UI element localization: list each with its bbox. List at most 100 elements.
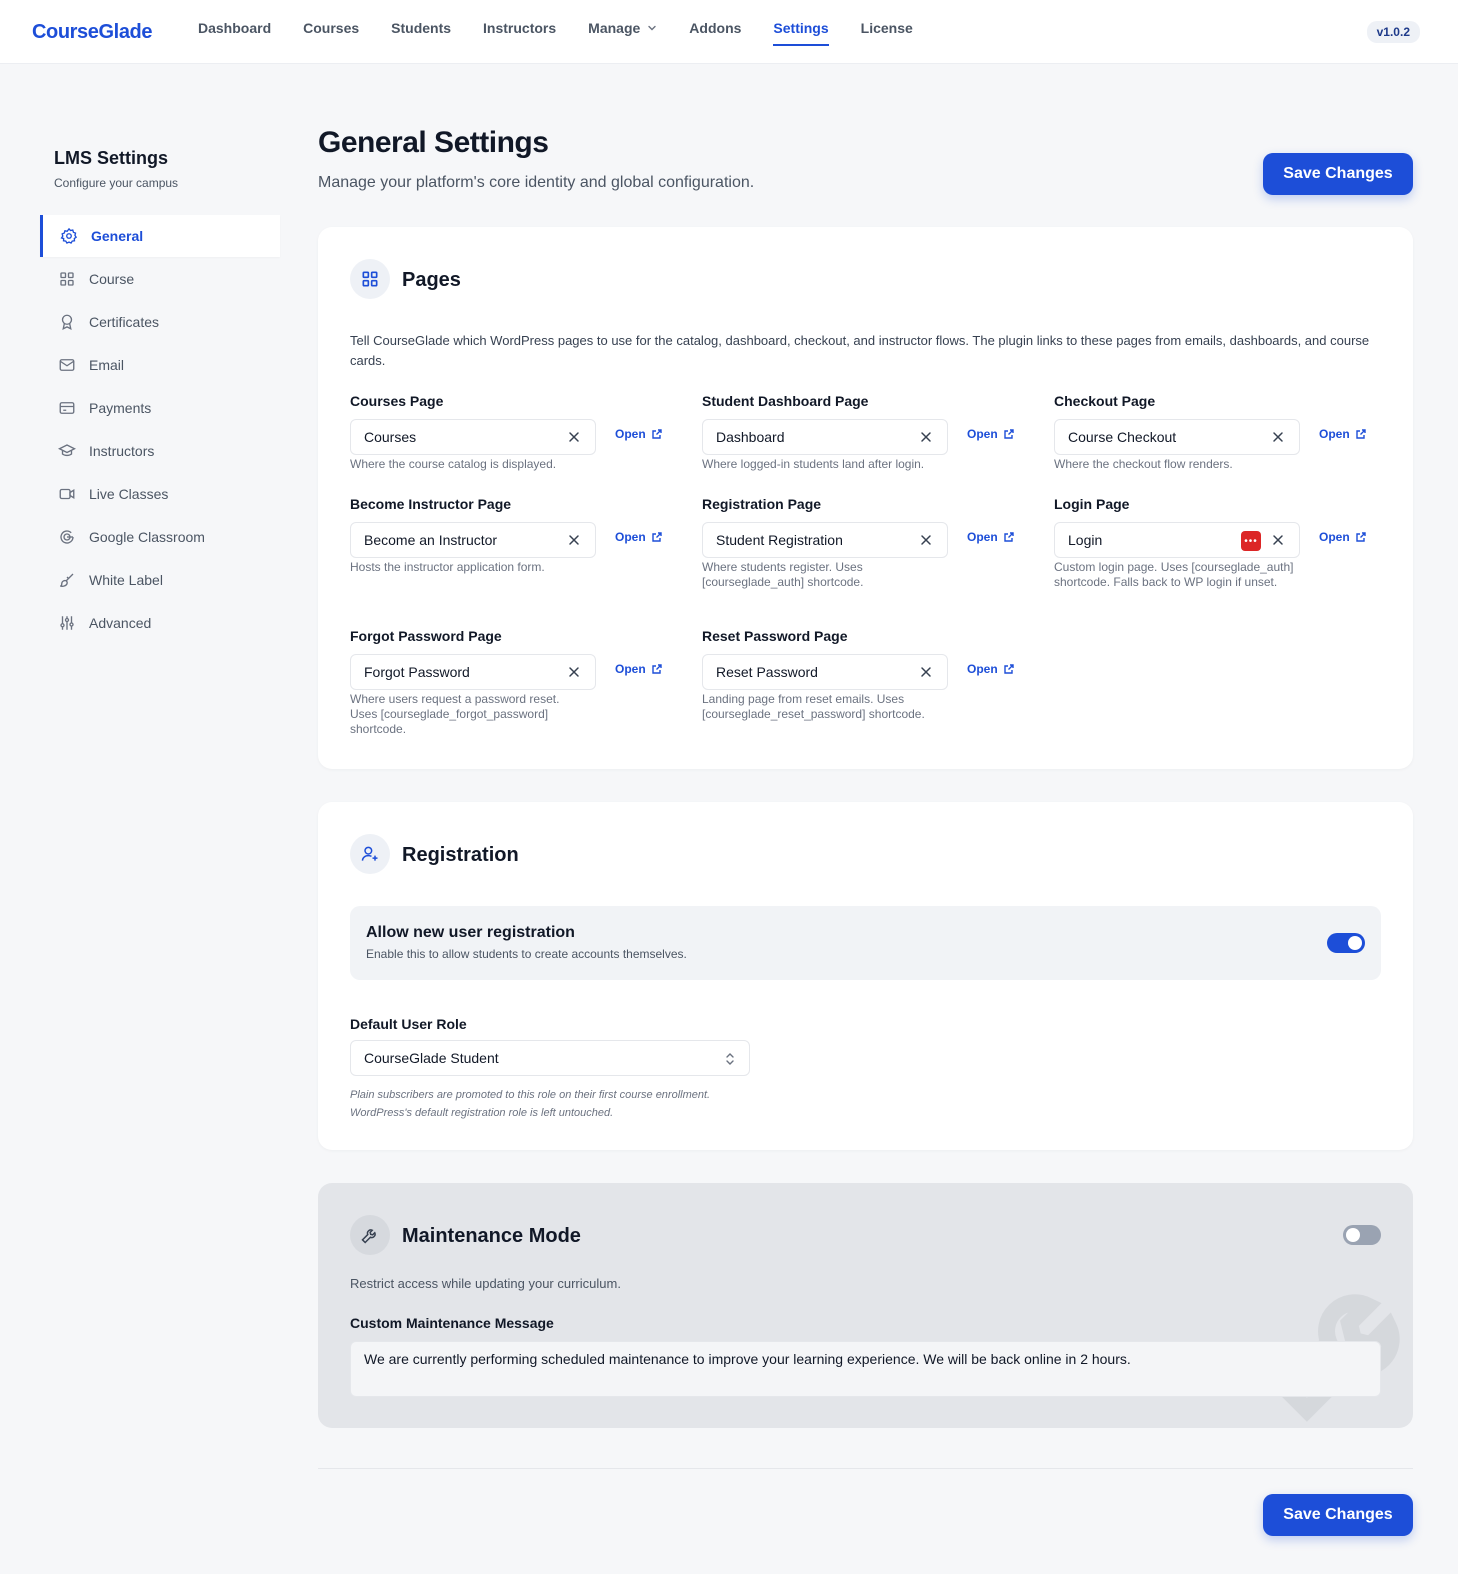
become-instructor-page-select[interactable]: Become an Instructor [350,522,596,558]
maintenance-toggle[interactable] [1343,1225,1381,1245]
field-label: Login Page [1054,496,1130,512]
sidebar-item-certificates[interactable]: Certificates [40,300,280,343]
gear-icon [60,227,78,244]
default-role-help: Plain subscribers are promoted to this r… [350,1089,711,1119]
open-link[interactable]: Open [615,427,663,441]
field-help: Where users request a password reset. Us… [350,692,560,736]
field-help: Hosts the instructor application form. [350,560,545,574]
external-link-icon [651,664,662,674]
sidebar-item-label: General [91,228,144,244]
nav-dashboard[interactable]: Dashboard [198,0,271,64]
select-value: Become an Instructor [364,532,498,548]
select-value: Forgot Password [364,664,470,680]
maintenance-card: Maintenance Mode Restrict access while u… [318,1183,1413,1428]
sidebar-item-google-classroom[interactable]: Google Classroom [40,515,280,558]
sidebar-item-white-label[interactable]: White Label [40,558,280,601]
close-icon[interactable] [918,532,934,548]
sidebar-item-general[interactable]: General [40,215,280,257]
become-instructor-page-field: Become Instructor Page Become an Instruc… [350,496,670,575]
checkout-page-select[interactable]: Course Checkout [1054,419,1300,455]
field-label: Forgot Password Page [350,628,502,644]
field-label: Reset Password Page [702,628,848,644]
student-dashboard-page-select[interactable]: Dashboard [702,419,948,455]
select-value: Reset Password [716,664,818,680]
close-icon[interactable] [566,664,582,680]
nav-label: Courses [303,20,360,36]
field-label: Become Instructor Page [350,496,512,512]
login-page-select[interactable]: Login ••• [1054,522,1300,558]
default-role-select[interactable]: CourseGlade Student [350,1040,750,1076]
grid-icon [362,271,378,287]
nav-instructors[interactable]: Instructors [483,0,556,64]
reset-password-page-select[interactable]: Reset Password [702,654,948,690]
open-link[interactable]: Open [1319,530,1367,544]
close-icon[interactable] [566,532,582,548]
nav-manage[interactable]: Manage [588,0,657,64]
sidebar-title: LMS Settings [54,148,169,168]
courses-page-select[interactable]: Courses [350,419,596,455]
sidebar-item-label: White Label [89,571,163,588]
sidebar-item-email[interactable]: Email [40,343,280,386]
allow-registration-description: Enable this to allow students to create … [366,947,687,961]
nav-students[interactable]: Students [391,0,451,64]
open-link[interactable]: Open [1319,427,1367,441]
field-label: Registration Page [702,496,822,512]
field-label: Checkout Page [1054,393,1156,409]
close-icon[interactable] [566,429,582,445]
save-button-bottom[interactable]: Save Changes [1263,1494,1413,1536]
checkout-page-field: Checkout Page Course Checkout Open Where… [1054,393,1374,472]
nav-courses[interactable]: Courses [303,0,359,64]
sidebar-item-advanced[interactable]: Advanced [40,601,280,644]
open-link[interactable]: Open [967,530,1015,544]
open-label: Open [1319,530,1350,544]
open-label: Open [1319,427,1350,441]
open-label: Open [967,427,998,441]
close-icon[interactable] [918,664,934,680]
brand-logo[interactable]: CourseGlade [32,21,152,44]
student-dashboard-page-field: Student Dashboard Page Dashboard Open Wh… [702,393,1022,472]
default-role-label: Default User Role [350,1016,467,1032]
field-label: Courses Page [350,393,444,409]
close-icon[interactable] [918,429,934,445]
close-icon[interactable] [1270,429,1286,445]
sidebar-subtitle: Configure your campus [54,176,179,190]
open-link[interactable]: Open [967,662,1015,676]
nav-label: Students [391,20,452,36]
select-value: Login [1068,532,1103,548]
graduation-cap-icon [58,443,76,456]
sidebar-item-payments[interactable]: Payments [40,386,280,429]
courses-page-field: Courses Page Courses Open Where the cour… [350,393,670,472]
top-navigation-bar: CourseGlade Dashboard Courses Students I… [0,0,1458,64]
open-link[interactable]: Open [967,427,1015,441]
sidebar-item-course[interactable]: Course [40,257,280,300]
nav-addons[interactable]: Addons [689,0,741,64]
maintenance-message-textarea[interactable]: We are currently performing scheduled ma… [350,1341,1381,1397]
nav-label: Dashboard [198,20,272,36]
sidebar-item-instructors[interactable]: Instructors [40,429,280,472]
password-manager-icon[interactable]: ••• [1241,531,1261,551]
sidebar-item-live-classes[interactable]: Live Classes [40,472,280,515]
open-link[interactable]: Open [615,530,663,544]
external-link-icon [1355,429,1366,439]
select-value: Course Checkout [1068,429,1177,445]
select-value: CourseGlade Student [364,1050,499,1066]
registration-page-select[interactable]: Student Registration [702,522,948,558]
open-link[interactable]: Open [615,662,663,676]
toggle-knob [1346,1228,1360,1242]
nav-license[interactable]: License [861,0,913,64]
field-help: Where logged-in students land after logi… [702,457,925,471]
grid-icon [60,271,74,286]
allow-registration-row: Allow new user registration Enable this … [350,906,1381,980]
award-icon [61,314,73,330]
forgot-password-page-select[interactable]: Forgot Password [350,654,596,690]
external-link-icon [651,429,662,439]
maintenance-card-icon [350,1215,390,1255]
close-icon[interactable] [1270,532,1286,548]
registration-page-field: Registration Page Student Registration O… [702,496,1022,590]
allow-registration-toggle[interactable] [1327,933,1365,953]
open-label: Open [615,662,646,676]
toggle-knob [1348,936,1362,950]
save-button[interactable]: Save Changes [1263,153,1413,195]
external-link-icon [1003,664,1014,674]
nav-settings[interactable]: Settings [773,0,829,64]
